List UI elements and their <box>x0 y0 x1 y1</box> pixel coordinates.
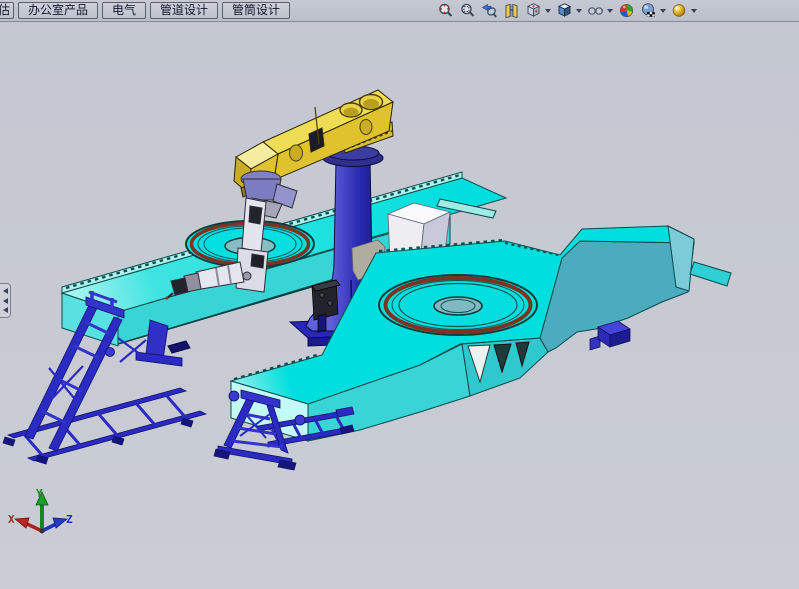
tab-tubing-design[interactable]: 管筒设计 <box>222 2 290 19</box>
section-view-icon <box>503 2 520 19</box>
right-trunnion-pin-upper[interactable] <box>229 391 239 401</box>
tab-electrical[interactable]: 电气 <box>102 2 146 19</box>
previous-view-icon <box>481 2 498 19</box>
right-trunnion-pin-lower[interactable] <box>295 415 305 425</box>
view-settings-button[interactable] <box>671 2 697 19</box>
panel-flyout-arrow-icon <box>3 288 8 294</box>
tab-piping-design[interactable]: 管道设计 <box>150 2 218 19</box>
axis-x-label: X <box>8 513 15 526</box>
view-orientation-dropdown-arrow[interactable] <box>545 9 551 13</box>
apply-scene-dropdown-arrow[interactable] <box>660 9 666 13</box>
display-style-button[interactable] <box>556 2 582 19</box>
zoom-to-area-icon <box>459 2 476 19</box>
graphics-viewport[interactable]: X Y Z <box>0 0 799 589</box>
zoom-to-fit-icon <box>437 2 454 19</box>
hide-show-items-icon <box>587 2 604 19</box>
edit-appearance-button[interactable] <box>618 2 635 19</box>
apply-scene-icon <box>640 2 657 19</box>
featuremanager-collapse-tab[interactable] <box>0 283 11 318</box>
command-manager-tabs: 估 办公室产品 电气 管道设计 管筒设计 <box>0 0 294 21</box>
zoom-to-fit-button[interactable] <box>437 2 454 19</box>
axis-y-label: Y <box>36 487 43 500</box>
hide-show-items-dropdown-arrow[interactable] <box>607 9 613 13</box>
section-view-button[interactable] <box>503 2 520 19</box>
right-beam-ring[interactable] <box>379 275 537 335</box>
display-style-dropdown-arrow[interactable] <box>576 9 582 13</box>
edit-appearance-icon <box>618 2 635 19</box>
view-orientation-button[interactable] <box>525 2 551 19</box>
hide-show-items-button[interactable] <box>587 2 613 19</box>
panel-flyout-arrow-icon <box>3 298 8 304</box>
zoom-to-area-button[interactable] <box>459 2 476 19</box>
apply-scene-button[interactable] <box>640 2 666 19</box>
tab-office-products[interactable]: 办公室产品 <box>18 2 98 19</box>
heads-up-view-toolbar <box>437 0 702 21</box>
panel-flyout-arrow-icon <box>3 307 8 313</box>
display-style-icon <box>556 2 573 19</box>
left-trunnion-pin[interactable] <box>106 348 115 357</box>
tab-evaluate-partial[interactable]: 估 <box>0 2 14 19</box>
command-manager-toolbar: 估 办公室产品 电气 管道设计 管筒设计 <box>0 0 799 22</box>
view-settings-icon <box>671 2 688 19</box>
view-orientation-icon <box>525 2 542 19</box>
axis-z-label: Z <box>66 513 73 526</box>
previous-view-button[interactable] <box>481 2 498 19</box>
view-settings-dropdown-arrow[interactable] <box>691 9 697 13</box>
